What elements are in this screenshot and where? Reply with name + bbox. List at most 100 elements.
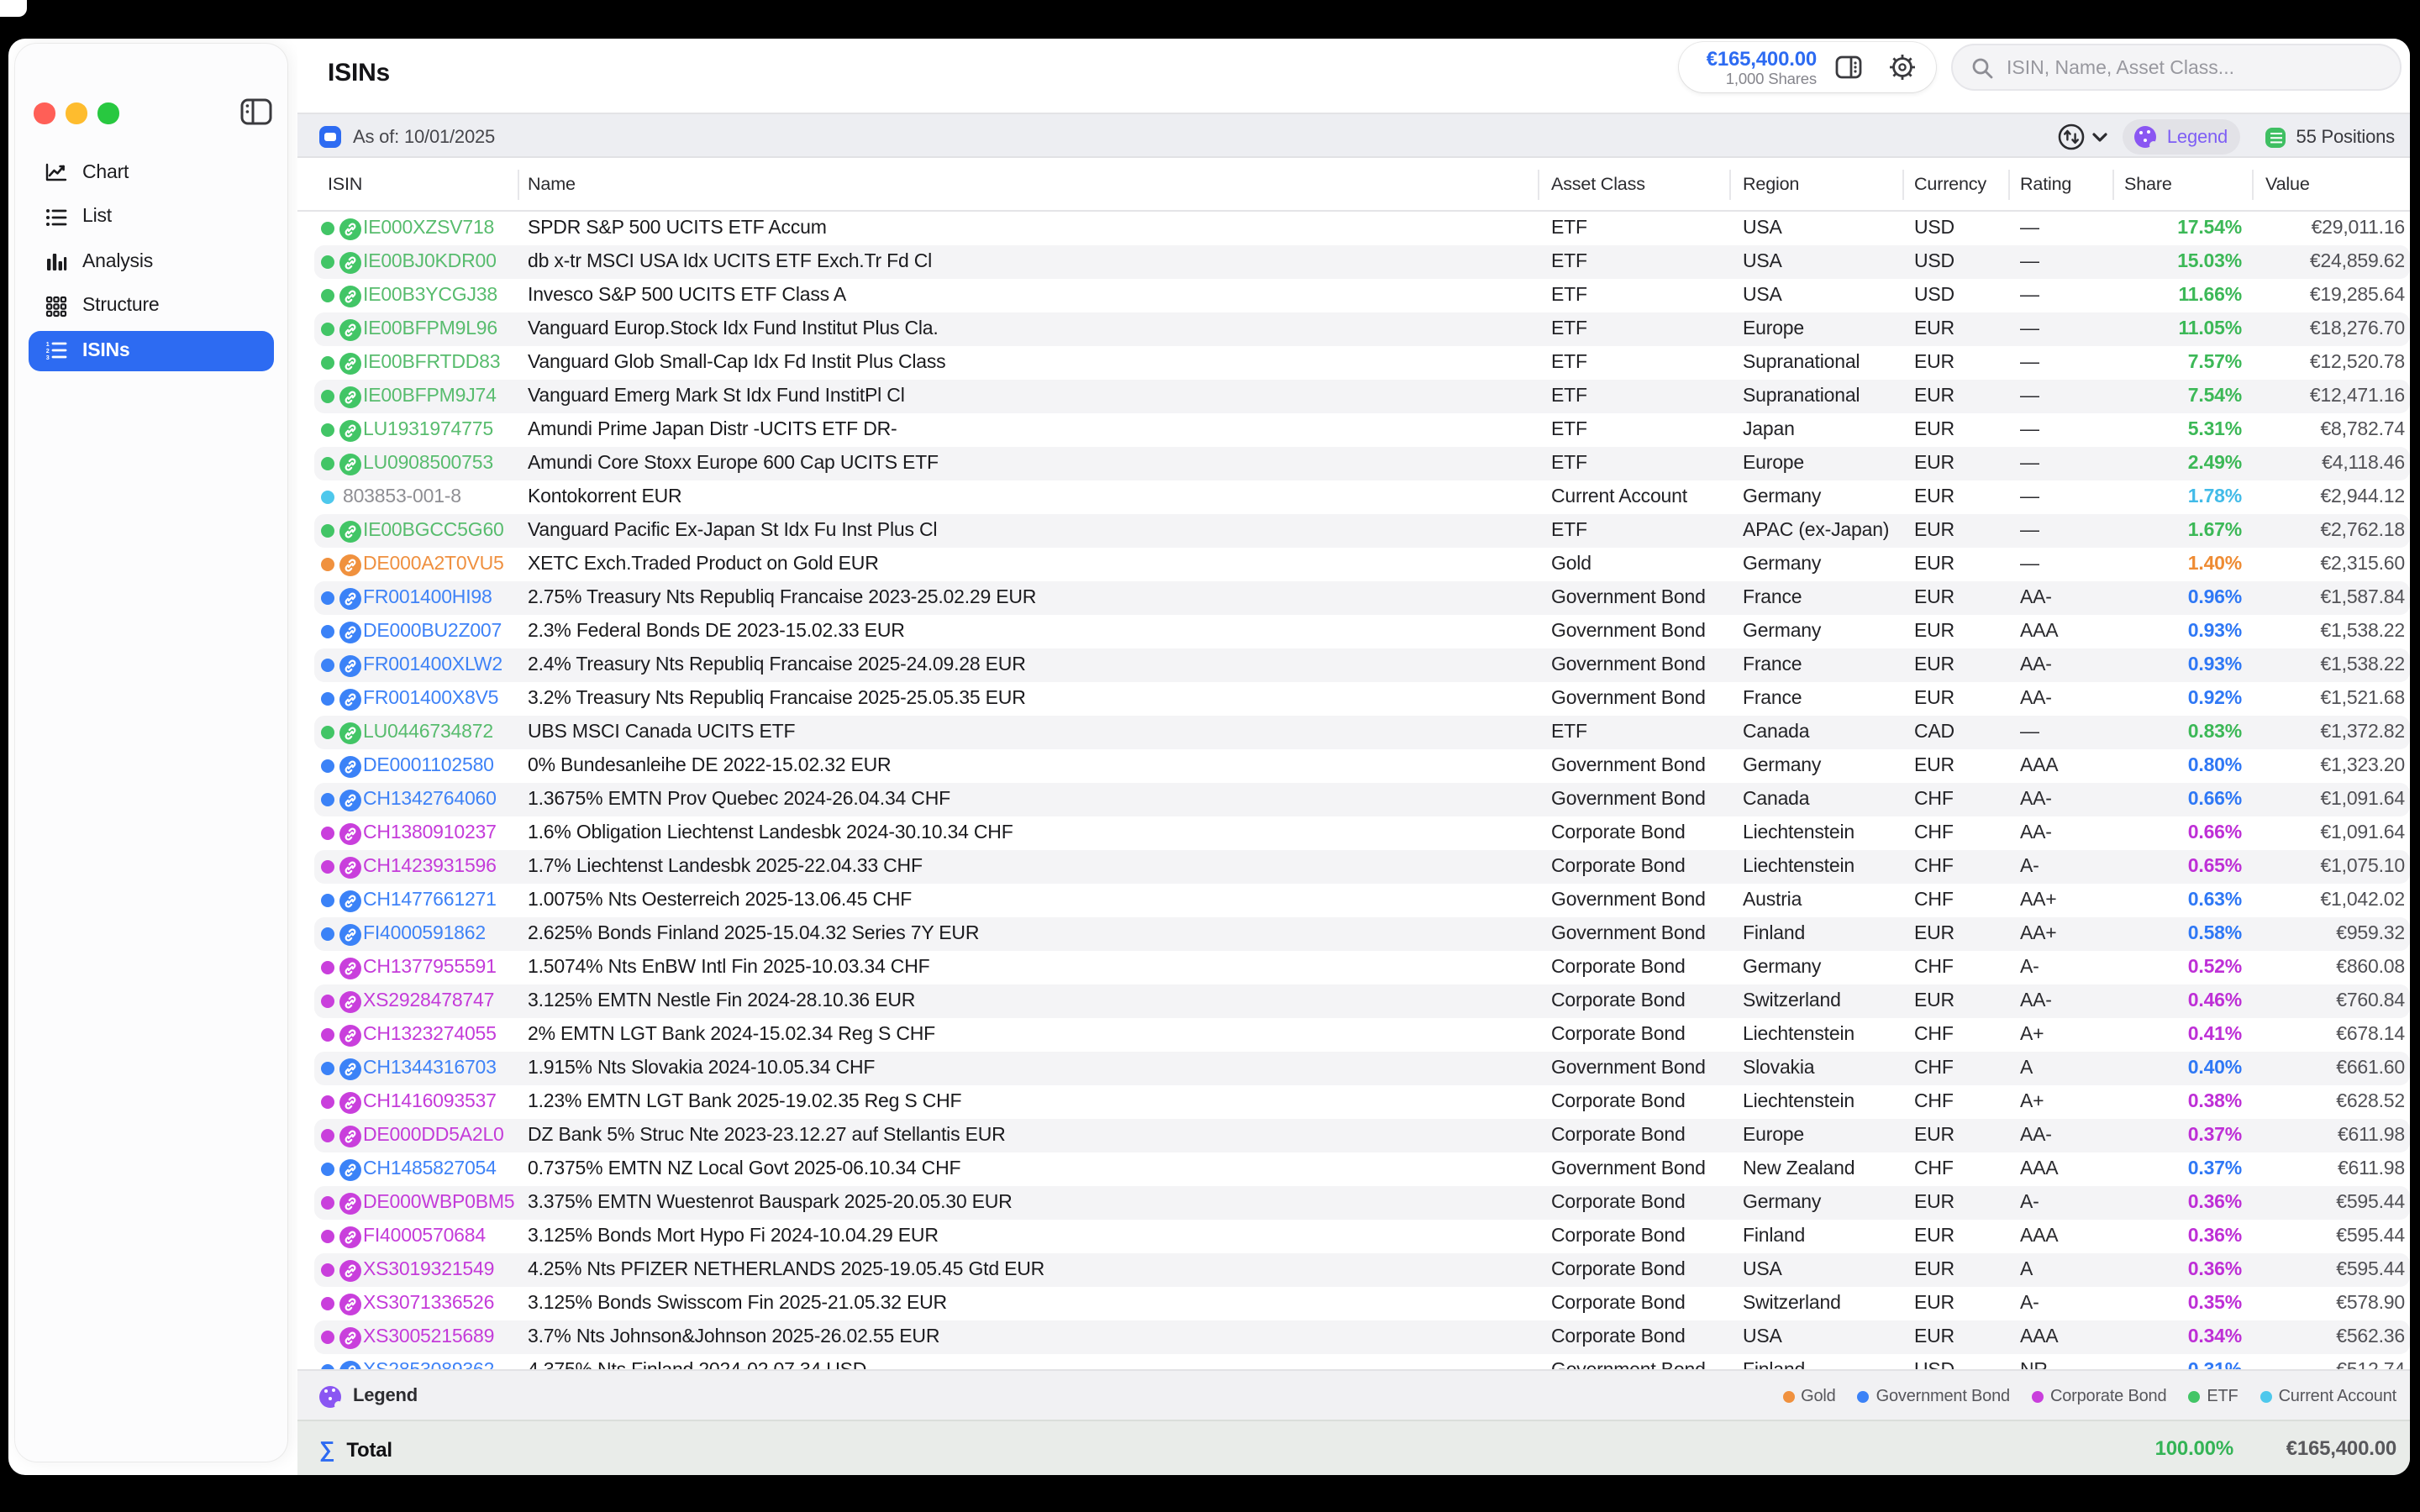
table-row[interactable]: DE000A2T0VU5XETC Exch.Traded Product on … <box>314 548 2410 581</box>
currency-cell: EUR <box>1914 447 1954 480</box>
sidebar-item-structure[interactable]: Structure <box>29 286 274 326</box>
sort-button[interactable] <box>2057 123 2107 151</box>
isin-cell[interactable]: CH1342764060 <box>363 783 497 816</box>
isin-cell[interactable]: DE000A2T0VU5 <box>363 548 504 581</box>
isin-cell[interactable]: CH1477661271 <box>363 884 497 917</box>
search-field[interactable] <box>1951 44 2402 91</box>
table-row[interactable]: XS30052156893.7% Nts Johnson&Johnson 202… <box>314 1320 2410 1354</box>
table-row[interactable]: CH13779555911.5074% Nts EnBW Intl Fin 20… <box>314 951 2410 984</box>
isin-cell[interactable]: FR001400HI98 <box>363 581 492 615</box>
sidebar-item-list[interactable]: List <box>29 197 274 237</box>
sidebar-item-isins[interactable]: 123ISINs <box>29 330 274 370</box>
isin-cell[interactable]: IE00BFPM9L96 <box>363 312 497 346</box>
as-of-date[interactable]: As of: 10/01/2025 <box>319 114 495 160</box>
table-row[interactable]: XS29284787473.125% EMTN Nestle Fin 2024-… <box>314 984 2410 1018</box>
isin-cell[interactable]: IE000XZSV718 <box>363 212 494 245</box>
isin-cell[interactable]: XS3019321549 <box>363 1253 494 1287</box>
table-row[interactable]: LU0908500753Amundi Core Stoxx Europe 600… <box>314 447 2410 480</box>
table-row[interactable]: DE00011025800% Bundesanleihe DE 2022-15.… <box>314 749 2410 783</box>
table-row[interactable]: IE00B3YCGJ38Invesco S&P 500 UCITS ETF Cl… <box>314 279 2410 312</box>
column-header-isin[interactable]: ISIN <box>328 158 362 212</box>
table-row[interactable]: CH14239315961.7% Liechtenst Landesbk 202… <box>314 850 2410 884</box>
column-header-currency[interactable]: Currency <box>1914 158 1986 212</box>
isin-cell[interactable]: CH1416093537 <box>363 1085 497 1119</box>
currency-cell: EUR <box>1914 1253 1954 1287</box>
search-input[interactable] <box>2003 45 2388 92</box>
table-row[interactable]: FR001400X8V53.2% Treasury Nts Republiq F… <box>314 682 2410 716</box>
isin-cell[interactable]: IE00BGCC5G60 <box>363 514 504 548</box>
table-row[interactable]: CH14858270540.7375% EMTN NZ Local Govt 2… <box>314 1152 2410 1186</box>
table-row[interactable]: IE000XZSV718SPDR S&P 500 UCITS ETF Accum… <box>314 212 2410 245</box>
table-row[interactable]: IE00BFPM9J74Vanguard Emerg Mark St Idx F… <box>314 380 2410 413</box>
table-row[interactable]: XS30193215494.25% Nts PFIZER NETHERLANDS… <box>314 1253 2410 1287</box>
isin-cell[interactable]: IE00BJ0KDR00 <box>363 245 497 279</box>
panel-toggle-icon[interactable] <box>1833 52 1864 82</box>
column-header-asset-class[interactable]: Asset Class <box>1551 158 1645 212</box>
sidebar-item-chart[interactable]: Chart <box>29 152 274 192</box>
isin-cell[interactable]: CH1344316703 <box>363 1052 497 1085</box>
table-row[interactable]: DE000WBP0BM53.375% EMTN Wuestenrot Bausp… <box>314 1186 2410 1220</box>
table-row[interactable]: DE000DD5A2L0DZ Bank 5% Struc Nte 2023-23… <box>314 1119 2410 1152</box>
currency-cell: CHF <box>1914 783 1954 816</box>
table-row[interactable]: 803853-001-8Kontokorrent EURCurrent Acco… <box>314 480 2410 514</box>
isin-cell[interactable]: FR001400XLW2 <box>363 648 502 682</box>
settings-gear-icon[interactable] <box>1887 52 1918 82</box>
table-row[interactable]: DE000BU2Z0072.3% Federal Bonds DE 2023-1… <box>314 615 2410 648</box>
isin-cell[interactable]: LU0446734872 <box>363 716 493 749</box>
column-header-rating[interactable]: Rating <box>2020 158 2071 212</box>
isin-cell[interactable]: CH1377955591 <box>363 951 497 984</box>
isin-cell[interactable]: IE00B3YCGJ38 <box>363 279 497 312</box>
isin-cell[interactable]: CH1423931596 <box>363 850 497 884</box>
isin-cell[interactable]: FI4000570684 <box>363 1220 486 1253</box>
table-row[interactable]: CH13809102371.6% Obligation Liechtenst L… <box>314 816 2410 850</box>
isin-cell[interactable]: IE00BFPM9J74 <box>363 380 497 413</box>
table-row[interactable]: CH13427640601.3675% EMTN Prov Quebec 202… <box>314 783 2410 816</box>
table-row[interactable]: CH14776612711.0075% Nts Oesterreich 2025… <box>314 884 2410 917</box>
isin-cell[interactable]: CH1380910237 <box>363 816 497 850</box>
table-row[interactable]: CH13443167031.915% Nts Slovakia 2024-10.… <box>314 1052 2410 1085</box>
isin-cell[interactable]: IE00BFRTDD83 <box>363 346 500 380</box>
table-row[interactable]: CH14160935371.23% EMTN LGT Bank 2025-19.… <box>314 1085 2410 1119</box>
isin-cell[interactable]: DE000BU2Z007 <box>363 615 502 648</box>
isin-cell[interactable]: DE000DD5A2L0 <box>363 1119 504 1152</box>
sidebar-toggle-icon[interactable] <box>240 97 272 126</box>
legend-button[interactable]: Legend <box>2123 119 2240 155</box>
column-header-region[interactable]: Region <box>1743 158 1799 212</box>
table-row[interactable]: XS28530893624.375% Nts Finland 2024-02.0… <box>314 1354 2410 1369</box>
isin-cell[interactable]: CH1485827054 <box>363 1152 497 1186</box>
table-row[interactable]: CH13232740552% EMTN LGT Bank 2024-15.02.… <box>314 1018 2410 1052</box>
table-row[interactable]: FI40005918622.625% Bonds Finland 2025-15… <box>314 917 2410 951</box>
table-row[interactable]: FR001400XLW22.4% Treasury Nts Republiq F… <box>314 648 2410 682</box>
table-row[interactable]: XS30713365263.125% Bonds Swisscom Fin 20… <box>314 1287 2410 1320</box>
table-row[interactable]: LU0446734872UBS MSCI Canada UCITS ETFETF… <box>314 716 2410 749</box>
isin-cell[interactable]: DE000WBP0BM5 <box>363 1186 514 1220</box>
region-cell: Germany <box>1743 749 1821 783</box>
table-row[interactable]: FR001400HI982.75% Treasury Nts Republiq … <box>314 581 2410 615</box>
column-header-value[interactable]: Value <box>2265 158 2310 212</box>
sidebar-item-analysis[interactable]: Analysis <box>29 241 274 281</box>
isin-cell[interactable]: LU1931974775 <box>363 413 493 447</box>
asset-class-cell: ETF <box>1551 212 1587 245</box>
table-row[interactable]: IE00BGCC5G60Vanguard Pacific Ex-Japan St… <box>314 514 2410 548</box>
isin-cell[interactable]: XS3071336526 <box>363 1287 494 1320</box>
table-row[interactable]: IE00BFRTDD83Vanguard Glob Small-Cap Idx … <box>314 346 2410 380</box>
isin-cell[interactable]: 803853-001-8 <box>343 480 461 514</box>
isin-cell[interactable]: FR001400X8V5 <box>363 682 498 716</box>
column-header-share[interactable]: Share <box>2124 158 2172 212</box>
isin-cell[interactable]: XS2853089362 <box>363 1354 494 1369</box>
table-row[interactable]: FI40005706843.125% Bonds Mort Hypo Fi 20… <box>314 1220 2410 1253</box>
region-cell: Liechtenstein <box>1743 1018 1854 1052</box>
isin-cell[interactable]: DE0001102580 <box>363 749 494 783</box>
window-close-button[interactable] <box>34 102 55 123</box>
isin-cell[interactable]: FI4000591862 <box>363 917 486 951</box>
window-minimize-button[interactable] <box>66 102 87 123</box>
window-zoom-button[interactable] <box>97 102 118 123</box>
table-row[interactable]: IE00BJ0KDR00db x-tr MSCI USA Idx UCITS E… <box>314 245 2410 279</box>
table-row[interactable]: IE00BFPM9L96Vanguard Europ.Stock Idx Fun… <box>314 312 2410 346</box>
isin-cell[interactable]: XS2928478747 <box>363 984 494 1018</box>
isin-cell[interactable]: XS3005215689 <box>363 1320 494 1354</box>
isin-cell[interactable]: CH1323274055 <box>363 1018 497 1052</box>
isin-cell[interactable]: LU0908500753 <box>363 447 493 480</box>
table-row[interactable]: LU1931974775Amundi Prime Japan Distr -UC… <box>314 413 2410 447</box>
column-header-name[interactable]: Name <box>528 158 576 212</box>
